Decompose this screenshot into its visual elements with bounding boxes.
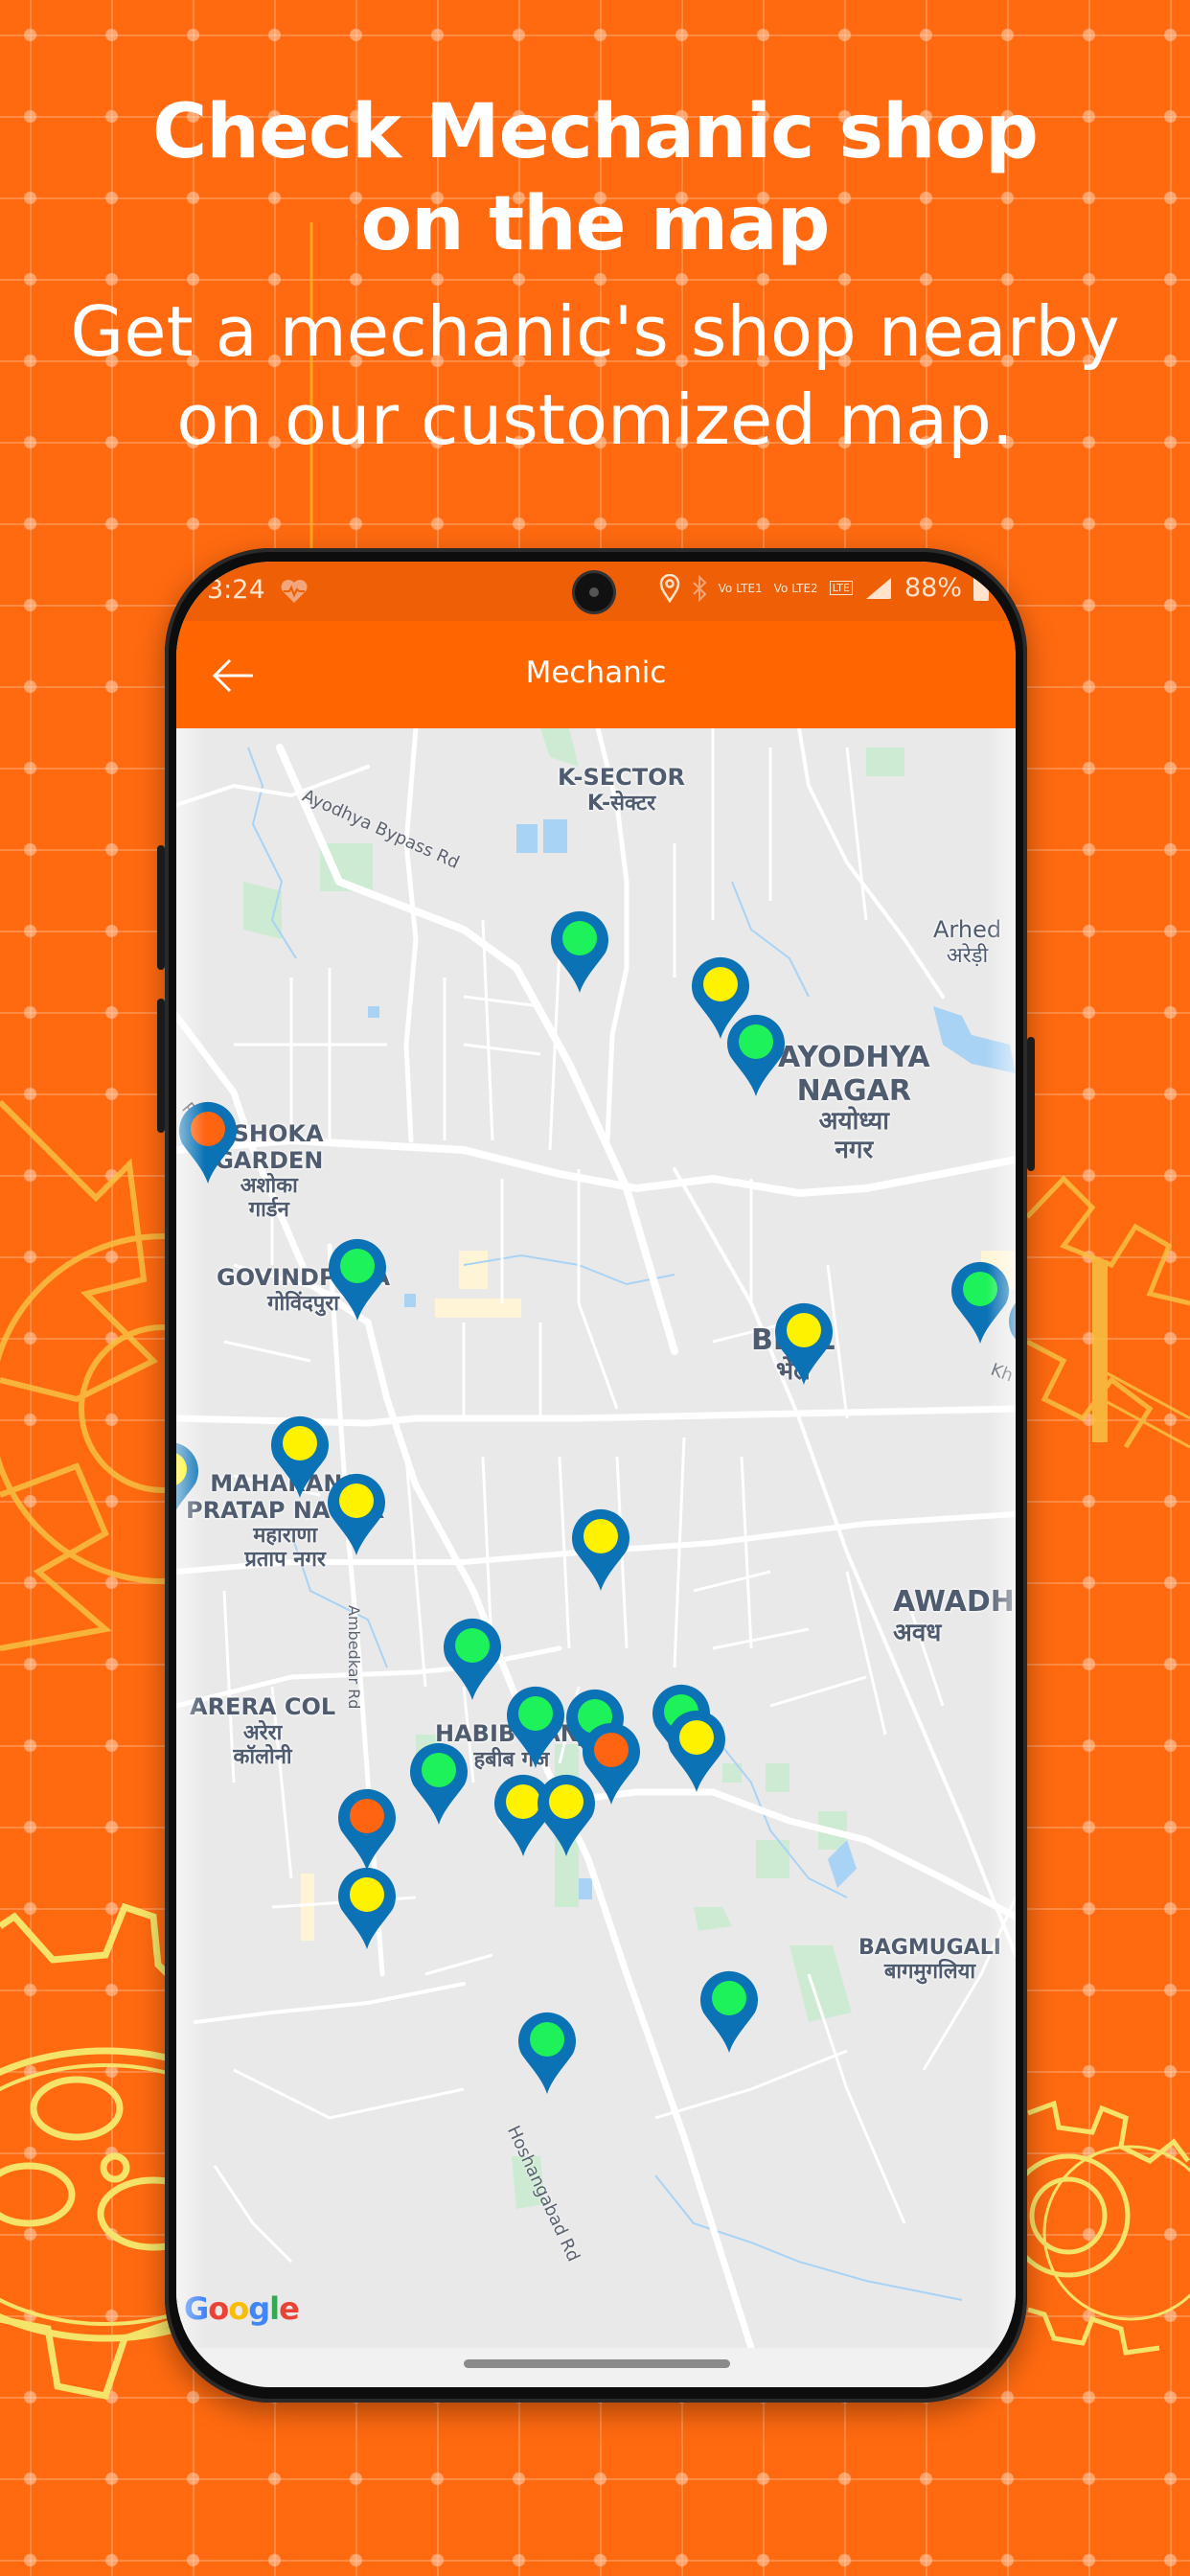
network-type: LTE: [829, 581, 853, 595]
pin-status-dot-orange: [350, 1799, 384, 1833]
pin-status-dot-green: [518, 1696, 553, 1731]
pin-status-dot-yellow: [350, 1877, 384, 1912]
map-label-ayodhya-nagar: AYODHYA NAGAR अयोध्या नगर: [778, 1041, 930, 1164]
pin-status-dot-green: [739, 1024, 773, 1059]
status-time: 3:24: [207, 575, 265, 605]
status-icons: Vo LTE1 Vo LTE2 LTE 88%: [659, 573, 989, 603]
pin-status-dot-green: [340, 1249, 375, 1283]
promo-title: Check Mechanic shop on the map: [0, 86, 1190, 270]
mechanic-pin-green[interactable]: [724, 1012, 788, 1096]
sim1-label: Vo LTE1: [718, 581, 763, 595]
phone-frame: 3:24 Vo LTE1 Vo LTE2 LTE 88% Mechanic K-…: [157, 548, 1035, 2403]
pin-status-dot-yellow: [339, 1484, 374, 1518]
screen-edge-right: [987, 728, 1016, 2348]
mechanic-pin-yellow[interactable]: [325, 1471, 388, 1555]
bluetooth-icon: [692, 574, 707, 602]
promo-subtitle-line1: Get a mechanic's shop nearby: [70, 291, 1120, 372]
mechanic-pin-yellow[interactable]: [268, 1414, 332, 1498]
pin-status-dot-green: [712, 1981, 746, 2015]
screen-edge-left: [176, 728, 205, 2348]
pin-status-dot-green: [562, 921, 597, 955]
gesture-nav-bar: [176, 2348, 1016, 2387]
mechanic-pin-yellow[interactable]: [665, 1708, 728, 1792]
phone-screen: 3:24 Vo LTE1 Vo LTE2 LTE 88% Mechanic K-…: [176, 562, 1016, 2387]
mechanic-pin-green[interactable]: [326, 1236, 389, 1321]
mechanic-pin-green[interactable]: [548, 908, 611, 993]
front-camera: [575, 573, 613, 611]
mechanic-pin-green[interactable]: [407, 1740, 470, 1825]
gear-icon-bottom-right: [1006, 2100, 1190, 2356]
map-view[interactable]: K-SECTOR K-सेक्टर Arhed अरेड़ी AYODHYA NAGA…: [176, 728, 1016, 2348]
pin-status-dot-orange: [594, 1733, 629, 1767]
mechanic-pin-green[interactable]: [441, 1616, 504, 1700]
mechanic-pin-yellow[interactable]: [535, 1772, 598, 1856]
road-label-ambedkar: Ambedkar Rd: [345, 1605, 363, 1710]
mechanic-pin-yellow[interactable]: [335, 1865, 399, 1949]
mechanic-pin-yellow[interactable]: [772, 1300, 835, 1385]
pin-status-dot-yellow: [549, 1784, 584, 1819]
home-gesture-handle[interactable]: [464, 2359, 730, 2368]
battery-percent: 88%: [904, 573, 962, 603]
mechanic-pin-green[interactable]: [515, 2010, 579, 2094]
status-bar: 3:24 Vo LTE1 Vo LTE2 LTE 88%: [176, 562, 1016, 621]
gear-icon-right-middle: [1025, 1175, 1190, 1449]
heart-rate-icon: [281, 580, 308, 603]
battery-icon: [973, 575, 989, 601]
location-icon: [659, 573, 679, 603]
sim2-label: Vo LTE2: [773, 581, 818, 595]
mechanic-pin-green[interactable]: [698, 1968, 761, 2053]
app-bar: Mechanic: [176, 621, 1016, 728]
map-label-k-sector: K-SECTOR K-सेक्टर: [558, 764, 686, 816]
mechanic-pin-green[interactable]: [504, 1684, 567, 1768]
pin-status-dot-green: [455, 1628, 490, 1663]
pin-status-dot-yellow: [283, 1426, 317, 1460]
pin-status-dot-green: [422, 1753, 456, 1787]
mechanic-pin-orange[interactable]: [335, 1786, 399, 1871]
promo-subtitle: Get a mechanic's shop nearby on our cust…: [0, 288, 1190, 464]
app-bar-title: Mechanic: [525, 656, 667, 690]
phone-power-button: [1027, 1037, 1035, 1171]
phone-volume-button: [157, 845, 165, 970]
pin-status-dot-yellow: [703, 967, 738, 1001]
promo-title-line2: on the map: [360, 181, 831, 267]
pin-status-dot-yellow: [787, 1313, 821, 1347]
phone-volume-button-2: [157, 999, 165, 1133]
signal-icon: [865, 577, 891, 599]
map-label-bagmugalia: BAGMUGALI बागमुगलिया: [858, 1936, 1001, 1985]
promo-subtitle-line2: on our customized map.: [176, 380, 1014, 460]
pin-status-dot-yellow: [584, 1519, 618, 1553]
pin-status-dot-green: [530, 2022, 564, 2057]
pin-status-dot-yellow: [679, 1720, 714, 1755]
promo-title-line1: Check Mechanic shop: [152, 89, 1039, 175]
map-label-arera-colony: ARERA COL अरेरा कॉलोनी: [190, 1693, 336, 1769]
mechanic-pin-yellow[interactable]: [569, 1506, 632, 1591]
